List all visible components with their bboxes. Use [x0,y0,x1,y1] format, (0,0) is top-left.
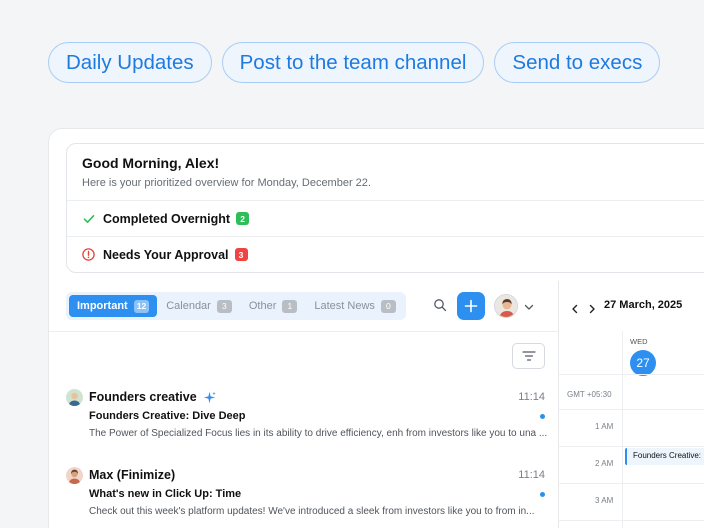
add-button[interactable] [457,292,485,320]
calendar-hour-label: 1 AM [595,422,614,431]
list-divider [49,331,558,332]
needs-approval-row[interactable]: Needs Your Approval 3 [67,236,704,272]
calendar-grid-line [558,483,704,484]
calendar-grid-line [558,409,704,410]
sparkle-icon [203,391,216,403]
calendar-gutter-divider [622,331,623,528]
tab-other[interactable]: Other 1 [241,295,306,317]
daily-updates-button[interactable]: Daily Updates [48,42,212,83]
message-time: 11:14 [518,469,545,481]
needs-approval-label: Needs Your Approval [103,247,229,262]
avatar [66,467,83,484]
calendar-grid-line [558,446,704,447]
message-sender: Max (Finimize) [89,468,175,482]
calendar-date: 27 March, 2025 [604,299,683,311]
post-team-channel-button[interactable]: Post to the team channel [221,42,485,83]
tab-important[interactable]: Important 12 [69,295,158,317]
completed-count-badge: 2 [236,212,250,225]
tab-latest-news-count: 0 [380,299,396,313]
unread-dot [540,414,545,419]
panel-divider [558,281,559,528]
chevron-right-icon[interactable] [588,301,596,314]
calendar-event[interactable]: Founders Creative: [625,448,704,465]
tab-latest-news[interactable]: Latest News 0 [306,295,404,317]
message-subject: What's new in Click Up: Time [89,488,242,500]
unread-dot [540,492,545,497]
message-sender: Founders creative [89,390,216,404]
list-item[interactable]: Founders creative 11:14 Founders Creativ… [49,386,558,456]
message-time: 11:14 [518,391,545,403]
tab-important-label: Important [77,300,128,312]
send-to-execs-button[interactable]: Send to execs [494,42,661,83]
chevron-left-icon[interactable] [571,301,579,314]
check-icon [82,212,95,225]
tab-other-label: Other [248,300,277,312]
greeting-panel: Good Morning, Alex! Here is your priorit… [66,143,704,273]
approval-count-badge: 3 [234,248,248,261]
chevron-down-icon[interactable] [523,300,535,312]
calendar-hour-label: 3 AM [595,496,614,505]
tab-calendar[interactable]: Calendar 3 [158,295,240,317]
user-avatar[interactable] [494,294,518,318]
calendar-day-number[interactable]: 27 [630,350,656,376]
calendar-timezone: GMT +05:30 [567,390,612,399]
sender-name: Max (Finimize) [89,468,176,482]
alert-circle-icon [82,248,95,261]
greeting-title: Good Morning, Alex! [82,155,220,171]
tab-latest-news-label: Latest News [314,300,375,312]
message-subject: Founders Creative: Dive Deep [89,410,246,422]
message-preview: Check out this week's platform updates! … [89,506,535,517]
calendar-hour-label: 2 AM [595,459,614,468]
calendar-grid-line [558,374,704,375]
avatar [66,389,83,406]
filter-button[interactable] [512,343,545,369]
calendar-day-name: WED [630,337,648,346]
list-item[interactable]: Max (Finimize) 11:14 What's new in Click… [49,464,558,528]
tab-important-count: 12 [133,299,150,313]
inbox-tabs: Important 12 Calendar 3 Other 1 Latest N… [66,292,406,320]
search-icon[interactable] [433,298,447,312]
quick-actions: Daily Updates Post to the team channel S… [48,42,661,83]
completed-overnight-label: Completed Overnight [103,211,231,226]
tab-calendar-count: 3 [216,299,232,313]
message-preview: The Power of Specialized Focus lies in i… [89,428,548,439]
inbox-card: Good Morning, Alex! Here is your priorit… [48,128,704,528]
greeting-subtitle: Here is your prioritized overview for Mo… [82,177,371,189]
tab-other-count: 1 [282,299,298,313]
tab-calendar-label: Calendar [166,300,211,312]
filter-icon [521,351,536,361]
sender-name: Founders creative [89,390,197,404]
completed-overnight-row[interactable]: Completed Overnight 2 [67,200,704,236]
calendar-grid-line [558,520,704,521]
plus-icon [464,299,478,313]
